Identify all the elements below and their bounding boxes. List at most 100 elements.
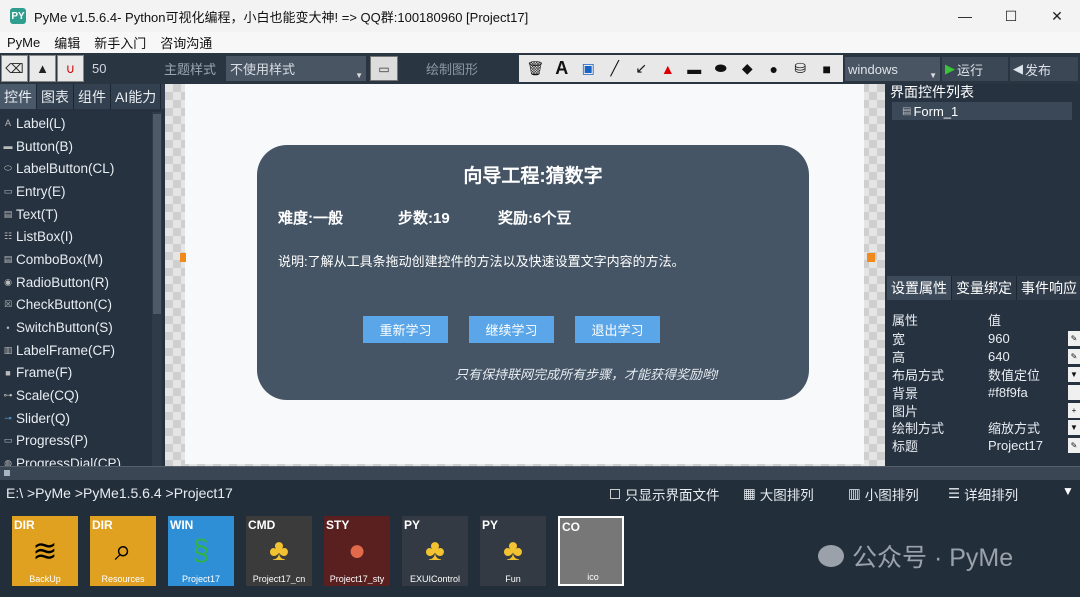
large-icons-button[interactable]: ▦ 大图排列 [743, 484, 814, 504]
property-row-title[interactable]: 标题 Project17 ✎ [892, 437, 1080, 455]
tab-ai[interactable]: AI能力 [111, 84, 162, 109]
splitter-handle[interactable] [4, 470, 10, 476]
property-key-header: 属性 [892, 312, 919, 328]
close-icon[interactable]: ✕ [1034, 0, 1080, 32]
eraser-icon[interactable]: ⌫ [1, 55, 28, 82]
control-item-combobox[interactable]: ▤ ComboBox(M) [3, 248, 165, 271]
cylinder-icon[interactable]: ⛁ [787, 60, 813, 77]
control-item-radiobutton[interactable]: ◉ RadioButton(R) [3, 271, 165, 294]
minimize-icon[interactable]: — [942, 0, 988, 32]
text-icon[interactable]: A [549, 58, 575, 79]
rectangle-icon[interactable]: ▬ [681, 61, 707, 77]
file-item[interactable]: WIN § Project17 [168, 516, 234, 586]
control-item-label[interactable]: A Label(L) [3, 112, 165, 135]
control-item-listbox[interactable]: ☷ ListBox(I) [3, 225, 165, 248]
breadcrumb[interactable]: E:\ >PyMe >PyMe1.5.6.4 >Project17 [6, 485, 233, 501]
panel-splitter[interactable] [0, 466, 1080, 480]
picture-icon[interactable]: ▣ [575, 60, 601, 77]
preview-icon[interactable]: ▭ [370, 56, 399, 81]
property-value[interactable]: #f8f9fa [988, 385, 1028, 400]
chevron-down-icon[interactable]: ▼ [1068, 366, 1080, 382]
control-item-frame[interactable]: ■ Frame(F) [3, 362, 165, 385]
control-item-text[interactable]: ▤ Text(T) [3, 203, 165, 226]
file-item[interactable]: STY ● Project17_sty [324, 516, 390, 586]
triangle-icon[interactable]: ▲ [655, 61, 681, 77]
control-item-progress[interactable]: ▭ Progress(P) [3, 430, 165, 453]
property-value[interactable]: 640 [988, 349, 1010, 364]
theme-select-value: 不使用样式 [230, 62, 296, 77]
run-button[interactable]: ▶ 运行 [942, 57, 1008, 81]
control-item-labelbutton[interactable]: ⬭ LabelButton(CL) [3, 157, 165, 180]
control-item-labelframe[interactable]: ▥ LabelFrame(CF) [3, 339, 165, 362]
menu-beginner[interactable]: 新手入门 [87, 33, 153, 52]
file-item[interactable]: DIR ≋ BackUp [12, 516, 78, 586]
menu-consult[interactable]: 咨询沟通 [153, 33, 219, 52]
resize-handle-left[interactable] [180, 253, 186, 262]
property-row-layout[interactable]: 布局方式 数值定位 ▼ [892, 366, 1080, 384]
property-row-image[interactable]: 图片 + [892, 401, 1080, 419]
button-icon: ▬ [3, 141, 13, 152]
control-item-slider[interactable]: ⊸ Slider(Q) [3, 407, 165, 430]
property-value[interactable]: 数值定位 [988, 365, 1040, 384]
publish-button[interactable]: ◀ 发布 [1010, 57, 1078, 81]
edit-icon[interactable]: ✎ [1068, 349, 1080, 365]
small-icons-button[interactable]: ▥ 小图排列 [848, 484, 919, 504]
tab-properties[interactable]: 设置属性 [887, 276, 952, 300]
menu-pyme[interactable]: PyMe [0, 35, 47, 50]
tab-charts[interactable]: 图表 [37, 84, 74, 109]
diamond-icon[interactable]: ◆ [734, 60, 760, 77]
exit-button[interactable]: 退出学习 [575, 316, 660, 343]
file-item[interactable]: PY ♣ Fun [480, 516, 546, 586]
file-item[interactable]: CMD ♣ Project17_cn [246, 516, 312, 586]
file-item[interactable]: PY ♣ EXUIControl [402, 516, 468, 586]
file-item[interactable]: DIR ⌕ Resources [90, 516, 156, 586]
controls-scrollbar[interactable] [152, 112, 162, 466]
line-icon[interactable]: ╱ [602, 60, 628, 77]
continue-button[interactable]: 继续学习 [469, 316, 554, 343]
chevron-down-icon[interactable]: ▼ [1068, 420, 1080, 436]
size-input[interactable]: 50 [88, 57, 146, 81]
tab-components[interactable]: 组件 [74, 84, 111, 109]
property-row-draw-mode[interactable]: 绘制方式 缩放方式 ▼ [892, 419, 1080, 437]
detail-view-button[interactable]: ☰ 详细排列 [948, 484, 1018, 504]
tab-controls[interactable]: 控件 [0, 84, 37, 109]
edit-icon[interactable]: ✎ [1068, 331, 1080, 347]
property-row-width[interactable]: 宽 960 ✎ [892, 330, 1080, 348]
property-value[interactable]: Project17 [988, 438, 1043, 453]
theme-select[interactable]: 不使用样式 ▼ [226, 56, 367, 81]
control-item-text: ComboBox(M) [16, 251, 104, 267]
color-swatch-icon[interactable] [1068, 384, 1080, 400]
tree-item-label: Form_1 [913, 103, 959, 119]
tab-events[interactable]: 事件响应 [1017, 276, 1080, 300]
property-row-background[interactable]: 背景 #f8f9fa [892, 383, 1080, 401]
magnet-icon[interactable]: ∪ [57, 55, 84, 82]
arrow-line-icon[interactable]: ↙ [628, 60, 654, 77]
property-value[interactable]: 960 [988, 331, 1010, 346]
control-item-button[interactable]: ▬ Button(B) [3, 135, 165, 158]
maximize-icon[interactable]: ☐ [988, 0, 1034, 32]
control-item-scale[interactable]: ⊶ Scale(CQ) [3, 384, 165, 407]
circle-icon[interactable]: ● [761, 61, 787, 77]
property-row-height[interactable]: 高 640 ✎ [892, 348, 1080, 366]
scrollbar-thumb[interactable] [153, 114, 161, 314]
edit-icon[interactable]: ✎ [1068, 438, 1080, 454]
black-rect-icon[interactable]: ■ [814, 61, 840, 77]
control-item-entry[interactable]: ▭ Entry(E) [3, 180, 165, 203]
tab-variable-binding[interactable]: 变量绑定 [952, 276, 1017, 300]
resize-handle-right[interactable] [867, 253, 875, 262]
add-icon[interactable]: + [1068, 402, 1080, 418]
chevron-down-icon[interactable]: ▼ [1062, 484, 1074, 498]
control-item-checkbutton[interactable]: ☒ CheckButton(C) [3, 294, 165, 317]
frame-icon: ■ [5, 367, 11, 378]
image-icon[interactable]: ▲ [29, 55, 56, 82]
trash-icon[interactable]: 🗑 [522, 60, 548, 77]
relearn-button[interactable]: 重新学习 [363, 316, 448, 343]
platform-select[interactable]: windows ▼ [845, 57, 940, 81]
control-item-switchbutton[interactable]: • SwitchButton(S) [3, 316, 165, 339]
file-item[interactable]: CO ico [558, 516, 624, 586]
property-value[interactable]: 缩放方式 [988, 418, 1040, 437]
menu-edit[interactable]: 编辑 [47, 33, 87, 52]
tree-item-form[interactable]: ▤ Form_1 [892, 102, 1072, 120]
ui-only-checkbox[interactable]: 只显示界面文件 [610, 484, 720, 504]
ellipse-icon[interactable]: ⬬ [708, 60, 734, 77]
